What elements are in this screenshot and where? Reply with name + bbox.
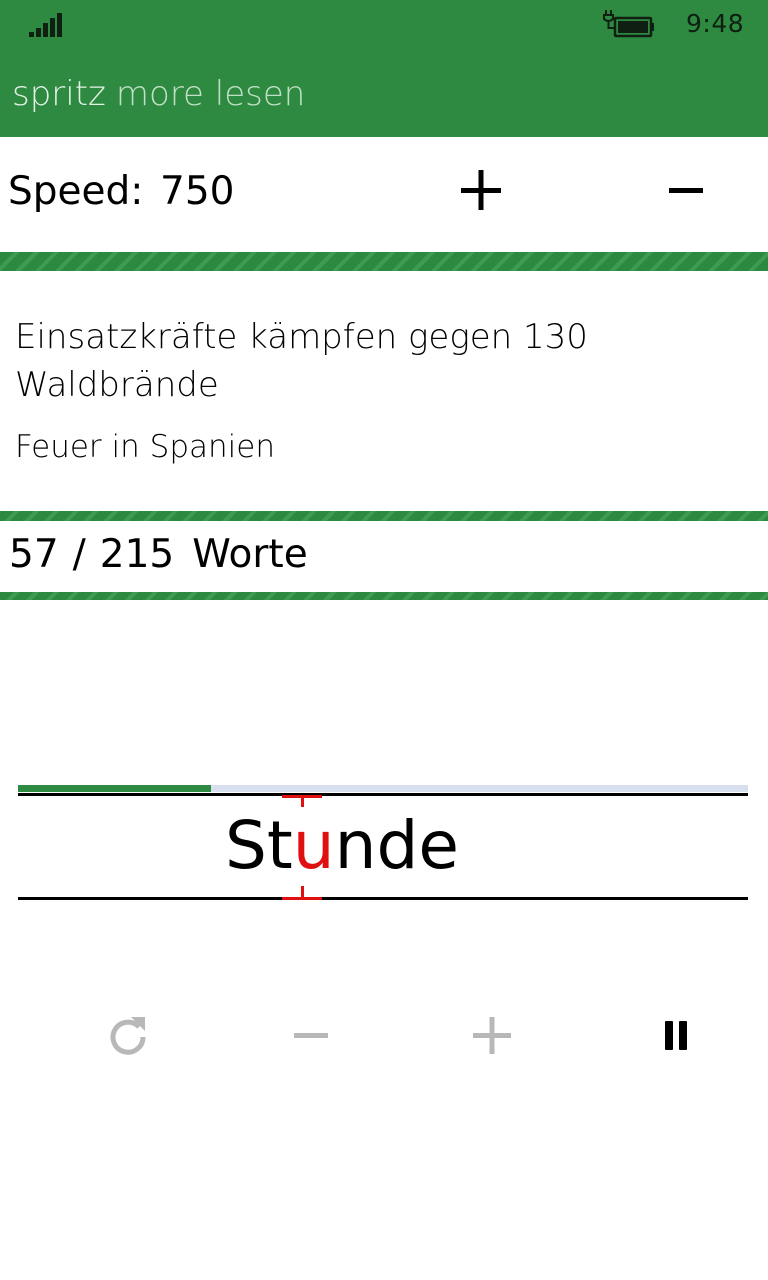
pause-button[interactable] — [648, 1008, 704, 1064]
plus-icon — [473, 1017, 511, 1054]
app-title-subtitle: more lesen — [115, 74, 306, 114]
word-counter-total: 215 — [99, 532, 175, 577]
reader-bottom-line — [18, 897, 748, 900]
minus-icon — [669, 188, 703, 193]
slower-button[interactable] — [283, 1008, 339, 1064]
article-title: Einsatzkräfte kämpfen gegen 130 Waldbrän… — [15, 317, 588, 405]
word-prefix: St — [225, 807, 293, 884]
app-title: spritz more lesen — [12, 74, 305, 114]
battery-charging-icon — [603, 10, 654, 38]
article-subtitle: Feuer in Spanien — [15, 429, 275, 465]
plus-icon — [461, 170, 501, 210]
word-counter-separator: / — [72, 532, 86, 577]
reading-progress-fill — [18, 785, 212, 792]
speed-value: 750 — [160, 169, 235, 214]
word-counter-unit: Worte — [192, 532, 308, 577]
divider-band — [0, 592, 768, 600]
app-header: 9:48 spritz more lesen — [0, 0, 768, 137]
reader-top-line — [18, 793, 748, 796]
divider-band — [0, 511, 768, 521]
word-suffix: nde — [334, 807, 459, 884]
faster-button[interactable] — [464, 1008, 520, 1064]
app-title-brand: spritz — [12, 74, 106, 114]
word-pivot-letter: u — [292, 807, 335, 884]
speed-decrease-button[interactable] — [662, 160, 712, 220]
signal-strength-icon — [29, 13, 62, 37]
pause-icon — [665, 1021, 687, 1050]
word-counter-current: 57 — [9, 532, 59, 577]
minus-icon — [294, 1033, 328, 1038]
restart-button[interactable] — [100, 1008, 156, 1064]
current-word: Stunde — [225, 806, 459, 886]
status-bar: 9:48 — [0, 0, 768, 50]
speed-label: Speed: — [8, 169, 144, 214]
focus-marker-bottom — [282, 897, 322, 900]
word-counter: 57 / 215 Worte — [9, 532, 308, 577]
reading-progress-bar — [18, 785, 748, 792]
restart-icon — [110, 1017, 146, 1055]
divider-band — [0, 252, 768, 271]
status-time: 9:48 — [686, 9, 745, 38]
speed-increase-button[interactable] — [456, 160, 506, 220]
